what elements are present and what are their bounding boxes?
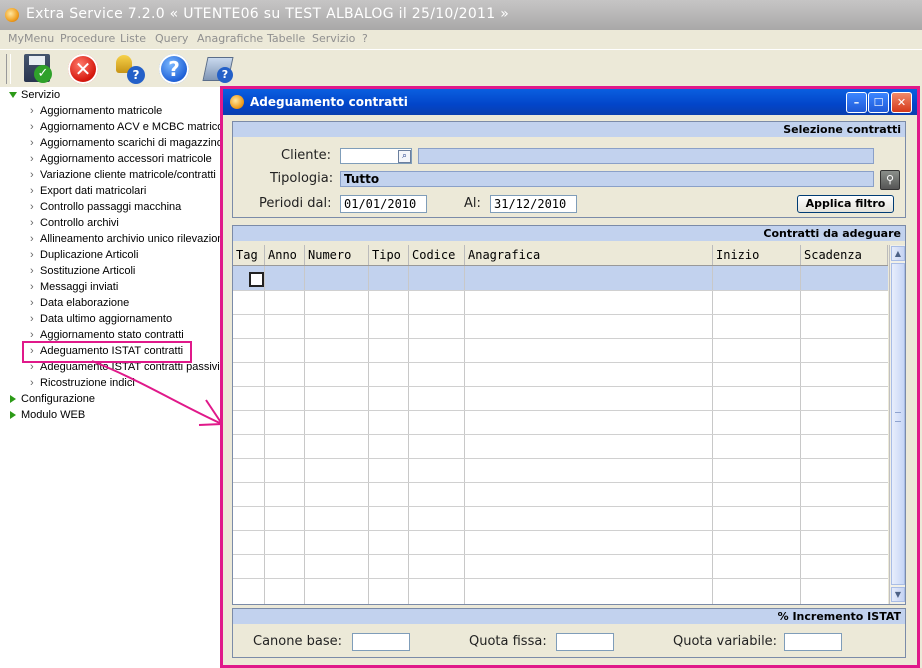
- istat-header: % Incremento ISTAT: [233, 609, 905, 624]
- tipologia-field[interactable]: Tutto: [340, 171, 874, 187]
- close-button[interactable]: ✕: [891, 92, 912, 113]
- column-anagrafica[interactable]: Anagrafica: [465, 245, 713, 265]
- scroll-down-button[interactable]: ▼: [891, 587, 905, 602]
- canone-base-label: Canone base:: [253, 634, 342, 649]
- date-from-input[interactable]: 01/01/2010: [340, 195, 427, 213]
- column-inizio[interactable]: Inizio: [713, 245, 801, 265]
- vertical-scrollbar[interactable]: ▲ ▼: [889, 245, 905, 604]
- quota-fissa-input[interactable]: [556, 633, 614, 651]
- minimize-button[interactable]: –: [846, 92, 867, 113]
- contracts-panel: Contratti da adeguare Tag Anno Numero Ti…: [232, 225, 906, 605]
- column-codice[interactable]: Codice: [409, 245, 465, 265]
- window-title-bar[interactable]: Adeguamento contratti – ☐ ✕: [223, 89, 917, 115]
- column-tag[interactable]: Tag: [233, 245, 265, 265]
- table-row: [233, 338, 888, 339]
- cliente-label: Cliente:: [281, 148, 332, 163]
- column-anno[interactable]: Anno: [265, 245, 305, 265]
- table-row: [233, 314, 888, 315]
- table-row: [233, 530, 888, 531]
- tipologia-label: Tipologia:: [270, 171, 334, 186]
- periodi-label: Periodi dal:: [259, 196, 332, 211]
- quota-variabile-input[interactable]: [784, 633, 842, 651]
- table-row: [233, 482, 888, 483]
- scroll-up-button[interactable]: ▲: [891, 246, 905, 261]
- table-row: [233, 290, 888, 291]
- selection-header: Selezione contratti: [233, 122, 905, 137]
- table-row: [233, 554, 888, 555]
- cliente-description-field: [418, 148, 874, 164]
- selection-panel: Selezione contratti Cliente: ⌕ Tipologia…: [232, 121, 906, 218]
- table-row: [233, 362, 888, 363]
- window-title: Adeguamento contratti: [250, 95, 408, 109]
- quota-variabile-label: Quota variabile:: [673, 634, 778, 649]
- column-numero[interactable]: Numero: [305, 245, 369, 265]
- date-to-input[interactable]: 31/12/2010: [490, 195, 577, 213]
- grid-header: Tag Anno Numero Tipo Codice Anagrafica I…: [233, 245, 888, 266]
- table-row: [233, 458, 888, 459]
- apply-filter-button[interactable]: Applica filtro: [797, 195, 894, 213]
- grid-body[interactable]: [233, 266, 888, 604]
- column-tipo[interactable]: Tipo: [369, 245, 409, 265]
- table-row: [233, 578, 888, 579]
- al-label: Al:: [464, 196, 481, 211]
- table-row: [233, 434, 888, 435]
- search-icon[interactable]: ⌕: [398, 150, 411, 163]
- adeguamento-contratti-window: Adeguamento contratti – ☐ ✕ Selezione co…: [220, 86, 920, 668]
- table-row: [233, 410, 888, 411]
- column-scadenza[interactable]: Scadenza: [801, 245, 888, 265]
- binoculars-icon[interactable]: ⚲: [880, 170, 900, 190]
- scroll-thumb[interactable]: [891, 263, 905, 585]
- window-icon: [230, 95, 244, 109]
- quota-fissa-label: Quota fissa:: [469, 634, 547, 649]
- canone-base-input[interactable]: [352, 633, 410, 651]
- contracts-header: Contratti da adeguare: [233, 226, 905, 241]
- istat-panel: % Incremento ISTAT Canone base: Quota fi…: [232, 608, 906, 658]
- maximize-button[interactable]: ☐: [868, 92, 889, 113]
- table-row: [233, 506, 888, 507]
- table-row: [233, 386, 888, 387]
